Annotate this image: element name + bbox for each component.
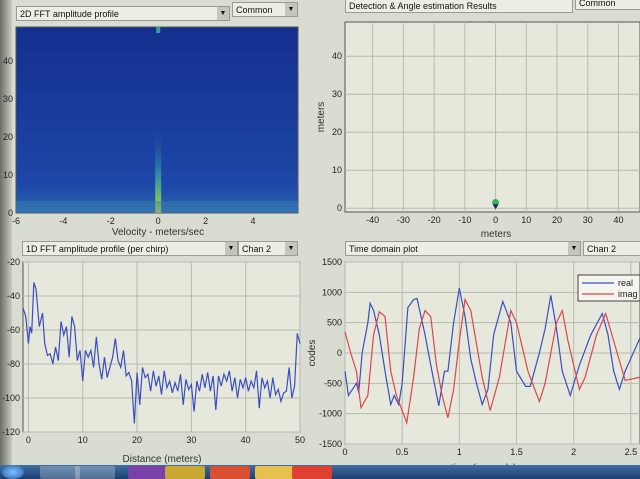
x-tick-label: 0 bbox=[26, 435, 31, 445]
y-tick-label: 40 bbox=[332, 51, 342, 61]
x-tick-label: 30 bbox=[186, 435, 196, 445]
plot-area bbox=[344, 21, 640, 213]
plots-canvas: -6 -4 -2 0 2 4010203040Velocity - meters/sec-… bbox=[2, 21, 640, 476]
y-tick-label: -100 bbox=[2, 393, 20, 403]
x-tick-label: 50 bbox=[295, 435, 305, 445]
y-tick-label: 1000 bbox=[322, 287, 342, 297]
x-tick-label: 1.5 bbox=[510, 447, 523, 457]
x-tick-label: -20 bbox=[428, 215, 441, 225]
x-tick-label: 40 bbox=[241, 435, 251, 445]
x-tick-label: 10 bbox=[78, 435, 88, 445]
y-tick-label: -1500 bbox=[319, 439, 342, 449]
x-tick-label: -4 bbox=[59, 216, 67, 226]
notepad-icon[interactable] bbox=[75, 466, 115, 479]
x-tick-label: 0 bbox=[156, 216, 161, 226]
x-tick-label: 2.5 bbox=[625, 447, 638, 457]
x-tick-label: 10 bbox=[521, 215, 531, 225]
legend-label: real bbox=[618, 278, 633, 288]
y-tick-label: -40 bbox=[7, 291, 20, 301]
heatmap-peak-column bbox=[155, 129, 162, 213]
y-tick-label: 30 bbox=[332, 89, 342, 99]
y-tick-label: 0 bbox=[337, 203, 342, 213]
x-tick-label: -40 bbox=[366, 215, 379, 225]
x-tick-label: -10 bbox=[458, 215, 471, 225]
windows-start-icon[interactable] bbox=[2, 465, 24, 479]
y-axis-label: codes bbox=[307, 340, 318, 367]
y-tick-label: -20 bbox=[7, 257, 20, 267]
y-tick-label: -80 bbox=[7, 359, 20, 369]
x-tick-label: 2 bbox=[203, 216, 208, 226]
x-tick-label: 4 bbox=[250, 216, 255, 226]
x-tick-label: 2 bbox=[571, 447, 576, 457]
explorer-icon[interactable] bbox=[40, 466, 80, 479]
x-tick-label: 0 bbox=[493, 215, 498, 225]
y-tick-label: 20 bbox=[332, 127, 342, 137]
x-tick-label: -2 bbox=[107, 216, 115, 226]
x-tick-label: 1 bbox=[457, 447, 462, 457]
y-tick-label: 30 bbox=[3, 94, 13, 104]
y-tick-label: -60 bbox=[7, 325, 20, 335]
matlab-icon[interactable] bbox=[165, 466, 205, 479]
y-axis-label: meters bbox=[316, 102, 327, 133]
y-tick-label: 0 bbox=[8, 208, 13, 218]
taskbar bbox=[0, 465, 640, 479]
y-tick-label: 10 bbox=[3, 170, 13, 180]
x-tick-label: -6 bbox=[12, 216, 20, 226]
y-tick-label: -500 bbox=[324, 378, 342, 388]
y-tick-label: 10 bbox=[332, 165, 342, 175]
legend-label: imag bbox=[618, 289, 638, 299]
heatmap-top-peak bbox=[156, 27, 161, 33]
y-tick-label: 40 bbox=[3, 56, 13, 66]
media-icon[interactable] bbox=[292, 466, 332, 479]
x-tick-label: 40 bbox=[613, 215, 623, 225]
chrome-icon[interactable] bbox=[210, 466, 250, 479]
y-tick-label: -1000 bbox=[319, 409, 342, 419]
y-tick-label: 1500 bbox=[322, 257, 342, 267]
folder-icon[interactable] bbox=[255, 466, 295, 479]
x-tick-label: 20 bbox=[132, 435, 142, 445]
x-tick-label: 0.5 bbox=[396, 447, 409, 457]
heatmap-near-band bbox=[16, 201, 298, 213]
x-tick-label: 20 bbox=[552, 215, 562, 225]
y-tick-label: 500 bbox=[327, 318, 342, 328]
x-axis-label: Velocity - meters/sec bbox=[112, 227, 204, 238]
x-axis-label: Distance (meters) bbox=[123, 454, 202, 465]
y-tick-label: 0 bbox=[337, 348, 342, 358]
x-tick-label: -30 bbox=[397, 215, 410, 225]
y-tick-label: 20 bbox=[3, 132, 13, 142]
x-tick-label: 0 bbox=[342, 447, 347, 457]
y-tick-label: -120 bbox=[2, 427, 20, 437]
visual-studio-icon[interactable] bbox=[128, 466, 168, 479]
x-axis-label: meters bbox=[481, 229, 512, 240]
x-tick-label: 30 bbox=[583, 215, 593, 225]
plot-area bbox=[22, 261, 301, 433]
